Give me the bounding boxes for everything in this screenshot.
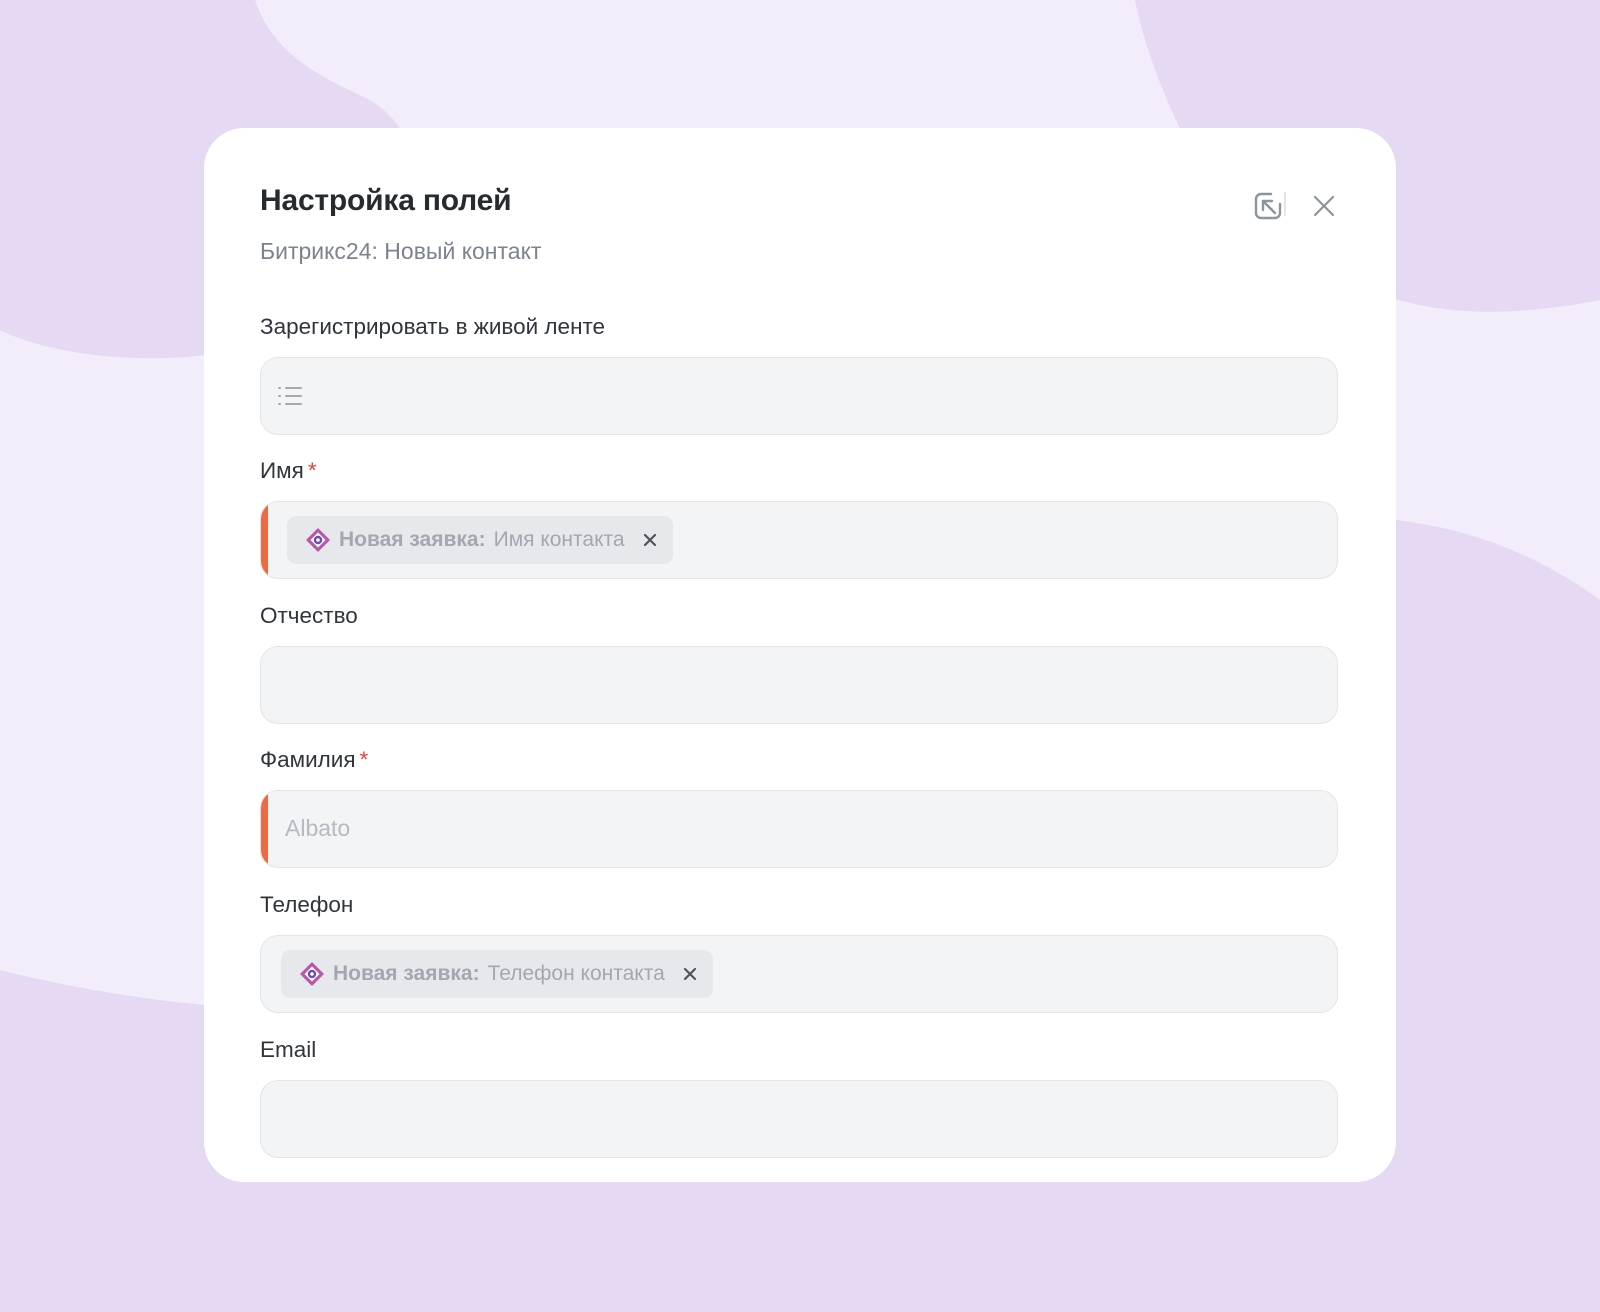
email-label: Email xyxy=(260,1037,316,1063)
collapse-button[interactable] xyxy=(1248,186,1288,226)
patronymic-label-text: Отчество xyxy=(260,603,358,628)
albato-logo-icon xyxy=(299,961,325,987)
name-label-text: Имя xyxy=(260,458,304,483)
chip-remove-icon[interactable] xyxy=(683,967,697,981)
lastname-label: Фамилия * xyxy=(260,747,368,773)
livefeed-label-text: Зарегистрировать в живой ленте xyxy=(260,314,606,339)
modal-subtitle: Битрикс24: Новый контакт xyxy=(260,238,542,264)
required-marker: * xyxy=(307,458,317,483)
chip-value: Телефон контакта xyxy=(487,962,665,985)
livefeed-field[interactable] xyxy=(260,357,1338,435)
close-icon xyxy=(1313,195,1335,217)
lastname-value: Albato xyxy=(285,815,351,841)
collapse-arrow-icon xyxy=(1254,192,1282,220)
albato-logo-icon xyxy=(305,527,331,553)
chip-value: Имя контакта xyxy=(493,528,625,551)
field-settings-modal: Настройка полей Битрикс24: Новый контакт… xyxy=(204,128,1396,1182)
phone-field[interactable]: Новая заявка: Телефон контакта xyxy=(260,935,1338,1013)
close-button[interactable] xyxy=(1304,186,1344,226)
name-field[interactable]: Новая заявка: Имя контакта xyxy=(260,501,1338,579)
patronymic-field[interactable] xyxy=(260,646,1338,724)
email-field[interactable] xyxy=(260,1080,1338,1158)
phone-mapping-chip[interactable]: Новая заявка: Телефон контакта xyxy=(281,950,713,998)
email-label-text: Email xyxy=(260,1037,317,1062)
name-label: Имя * xyxy=(260,458,317,484)
name-mapping-chip[interactable]: Новая заявка: Имя контакта xyxy=(287,516,673,564)
chip-remove-icon[interactable] xyxy=(643,533,657,547)
phone-label-text: Телефон xyxy=(260,892,354,917)
list-icon xyxy=(278,387,302,405)
header-divider xyxy=(1284,192,1286,216)
patronymic-label: Отчество xyxy=(260,603,358,629)
chip-source: Новая заявка: xyxy=(333,962,480,985)
phone-label: Телефон xyxy=(260,892,353,918)
lastname-field[interactable]: Albato xyxy=(260,790,1338,868)
chip-source: Новая заявка: xyxy=(339,528,486,551)
livefeed-label: Зарегистрировать в живой ленте xyxy=(260,314,605,340)
lastname-label-text: Фамилия xyxy=(260,747,356,772)
modal-title: Настройка полей xyxy=(260,184,512,217)
required-marker: * xyxy=(359,747,369,772)
